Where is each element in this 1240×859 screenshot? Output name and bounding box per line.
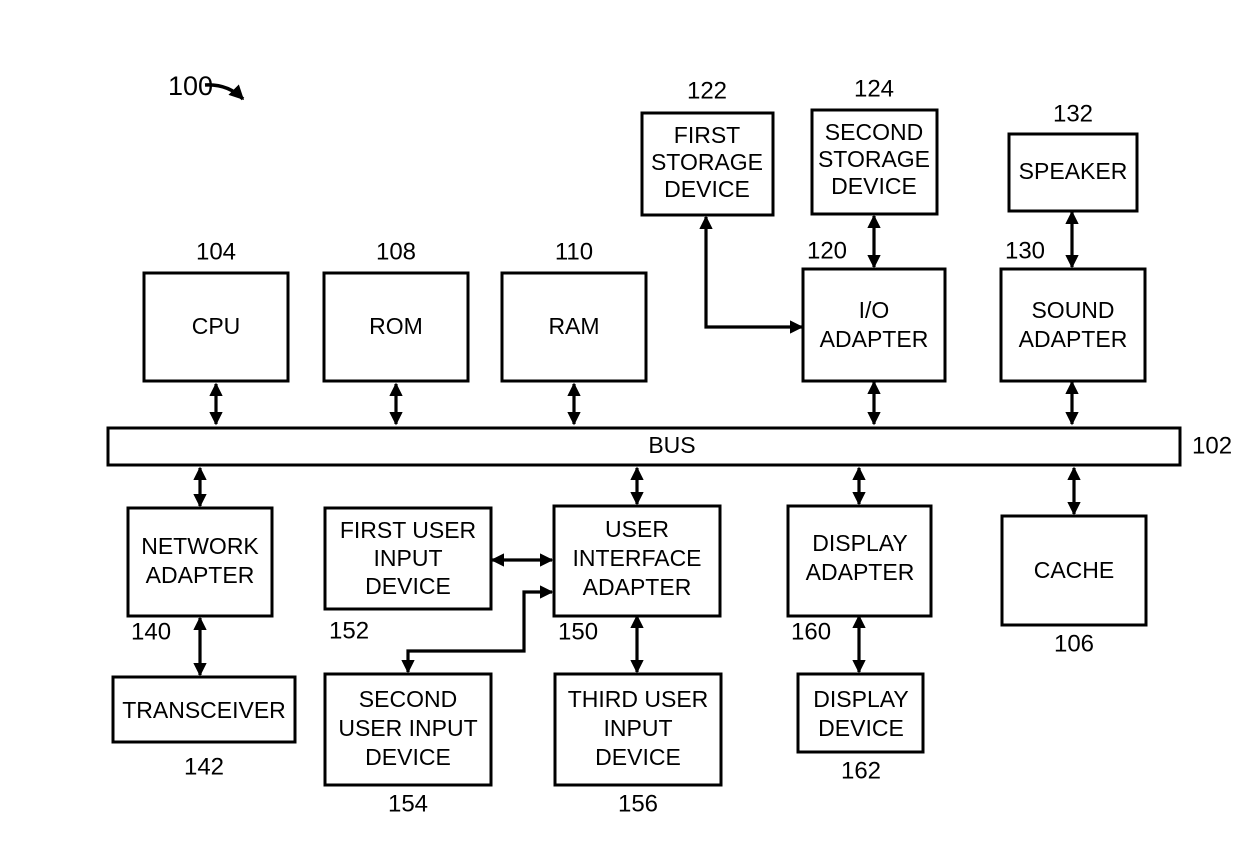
block-first-user-input-device-label-line-3: DEVICE — [365, 573, 451, 599]
block-display-device: DISPLAY DEVICE — [796, 672, 925, 754]
bus-ref-label: 102 — [1192, 432, 1232, 459]
block-network-adapter-ref: 140 — [131, 618, 171, 645]
block-network-adapter: NETWORK ADAPTER — [126, 506, 274, 618]
block-sound-adapter-ref: 130 — [1005, 237, 1045, 264]
connector-io-adapter-first-storage — [699, 215, 804, 334]
block-second-storage-device-label-line-1: SECOND — [825, 119, 923, 145]
block-display-adapter: DISPLAY ADAPTER — [786, 504, 933, 618]
block-cpu: CPU — [142, 271, 290, 383]
block-first-user-input-device-label-line-1: FIRST USER — [340, 517, 476, 543]
block-second-user-input-device-label-line-3: DEVICE — [365, 744, 451, 770]
block-sound-adapter-rect — [999, 267, 1147, 383]
block-sound-adapter: SOUND ADAPTER — [999, 267, 1147, 383]
block-rom-label-line-1: ROM — [369, 313, 423, 339]
block-first-user-input-device-label-line-2: INPUT — [374, 545, 443, 571]
block-first-storage-device: FIRST STORAGE DEVICE — [640, 111, 775, 217]
block-second-user-input-device-ref: 154 — [388, 790, 428, 817]
block-third-user-input-device-ref: 156 — [618, 790, 658, 817]
block-display-device-label-line-2: DEVICE — [818, 715, 904, 741]
block-io-adapter: I/O ADAPTER — [801, 267, 947, 383]
block-second-user-input-device: SECOND USER INPUT DEVICE — [323, 672, 493, 787]
block-ui-adapter: USER INTERFACE ADAPTER — [552, 504, 722, 618]
block-third-user-input-device-label-line-3: DEVICE — [595, 744, 681, 770]
block-third-user-input-device-label-line-2: INPUT — [604, 715, 673, 741]
block-transceiver-label-line-1: TRANSCEIVER — [122, 697, 286, 723]
block-sound-adapter-label-line-1: SOUND — [1031, 297, 1114, 323]
block-display-adapter-label-line-1: DISPLAY — [812, 530, 907, 556]
block-cache-ref: 106 — [1054, 630, 1094, 657]
block-cache: CACHE — [1000, 514, 1148, 627]
system-block-diagram: 100 BUS 102 CPU 104 ROM 108 RAM 110 FIRS… — [106, 71, 1232, 817]
block-ui-adapter-label-line-3: ADAPTER — [583, 574, 692, 600]
bus-label: BUS — [648, 432, 695, 458]
block-io-adapter-label-line-2: ADAPTER — [820, 326, 929, 352]
bus: BUS 102 — [106, 426, 1232, 467]
block-second-storage-device-label-line-3: DEVICE — [831, 173, 917, 199]
figure-reference: 100 — [168, 71, 245, 101]
block-io-adapter-label-line-1: I/O — [859, 297, 890, 323]
block-ram-label-line-1: RAM — [548, 313, 599, 339]
block-display-adapter-ref: 160 — [791, 618, 831, 645]
block-speaker-ref: 132 — [1053, 100, 1093, 127]
block-cpu-ref: 104 — [196, 238, 236, 265]
block-rom: ROM — [322, 271, 470, 383]
block-second-storage-device-label-line-2: STORAGE — [818, 146, 930, 172]
block-network-adapter-label-line-1: NETWORK — [141, 533, 259, 559]
block-ram: RAM — [500, 271, 648, 383]
block-third-user-input-device: THIRD USER INPUT DEVICE — [553, 672, 723, 787]
block-cache-label-line-1: CACHE — [1034, 557, 1115, 583]
block-rom-ref: 108 — [376, 238, 416, 265]
block-network-adapter-label-line-2: ADAPTER — [146, 562, 255, 588]
block-display-adapter-label-line-2: ADAPTER — [806, 559, 915, 585]
block-speaker: SPEAKER — [1007, 132, 1139, 213]
block-first-storage-device-label-line-1: FIRST — [674, 122, 740, 148]
block-ui-adapter-label-line-1: USER — [605, 516, 669, 542]
block-second-storage-device: SECOND STORAGE DEVICE — [810, 108, 939, 216]
block-third-user-input-device-label-line-1: THIRD USER — [568, 686, 709, 712]
block-sound-adapter-label-line-2: ADAPTER — [1019, 326, 1128, 352]
bus-rect — [106, 426, 1182, 467]
block-first-storage-device-ref: 122 — [687, 77, 727, 104]
block-transceiver: TRANSCEIVER — [111, 675, 297, 744]
block-io-adapter-ref: 120 — [807, 237, 847, 264]
block-first-user-input-device: FIRST USER INPUT DEVICE — [323, 506, 493, 611]
block-ui-adapter-label-line-2: INTERFACE — [572, 545, 701, 571]
block-first-user-input-device-ref: 152 — [329, 617, 369, 644]
block-second-storage-device-ref: 124 — [854, 75, 894, 102]
block-second-user-input-device-label-line-2: USER INPUT — [338, 715, 477, 741]
block-ui-adapter-ref: 150 — [558, 618, 598, 645]
block-first-storage-device-label-line-3: DEVICE — [664, 176, 750, 202]
block-transceiver-ref: 142 — [184, 753, 224, 780]
block-display-device-label-line-1: DISPLAY — [813, 686, 908, 712]
block-second-user-input-device-label-line-1: SECOND — [359, 686, 457, 712]
block-speaker-label-line-1: SPEAKER — [1019, 158, 1128, 184]
block-ram-ref: 110 — [555, 238, 593, 265]
block-cpu-label-line-1: CPU — [192, 313, 241, 339]
block-io-adapter-rect — [801, 267, 947, 383]
block-first-storage-device-label-line-2: STORAGE — [651, 149, 763, 175]
block-display-device-ref: 162 — [841, 757, 881, 784]
